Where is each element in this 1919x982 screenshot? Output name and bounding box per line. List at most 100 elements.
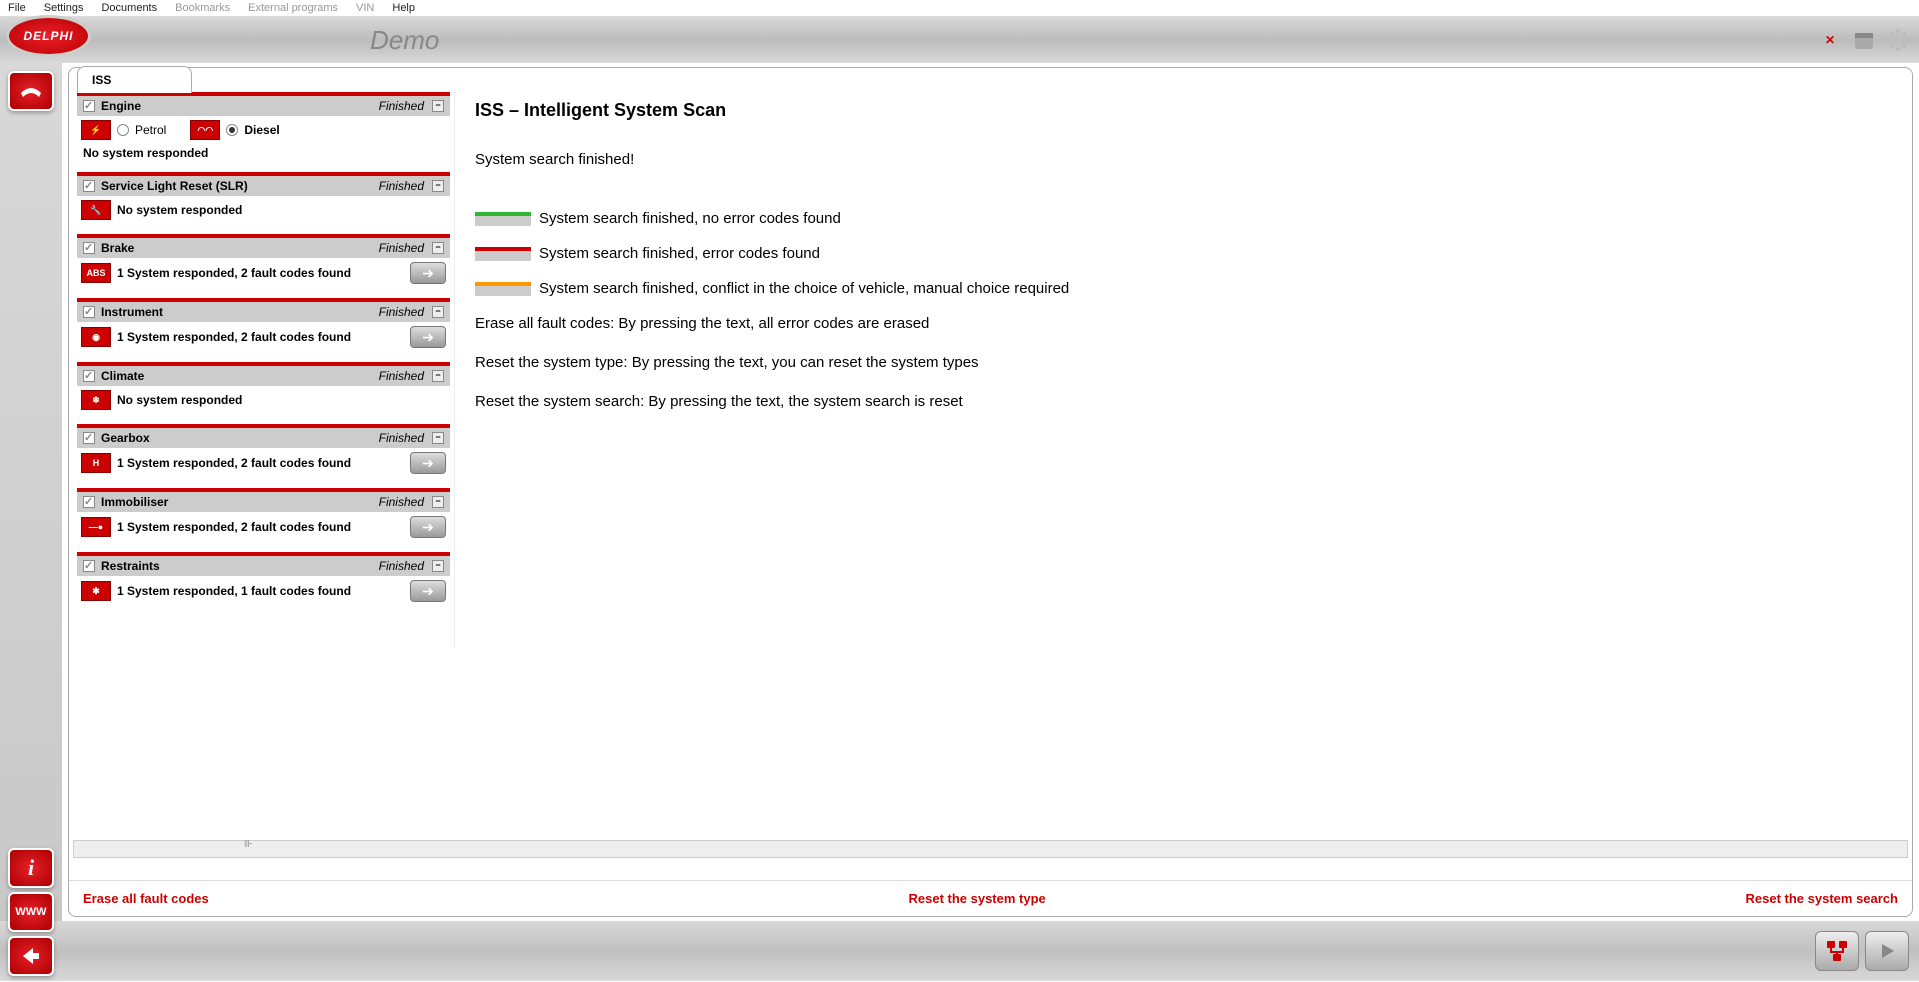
diesel-radio[interactable] — [226, 124, 238, 136]
system-status: Finished — [379, 559, 424, 573]
arrow-button[interactable]: ➔ — [410, 580, 446, 602]
system-body: ◉ 1 System responded, 2 fault codes found… — [77, 322, 450, 352]
system-result-text: No system responded — [117, 393, 446, 407]
system-result-text: 1 System responded, 1 fault codes found — [117, 584, 404, 598]
collapse-icon[interactable]: − — [432, 496, 444, 508]
system-body: H1 System responded, 2 fault codes found… — [77, 448, 450, 478]
system-block-gearbox: GearboxFinished−H1 System responded, 2 f… — [77, 424, 450, 478]
menu-file[interactable]: File — [8, 2, 26, 14]
checkbox[interactable] — [83, 560, 95, 572]
system-name: Restraints — [101, 559, 379, 573]
legend-green-text: System search finished, no error codes f… — [539, 210, 841, 227]
system-block-instrument: InstrumentFinished− ◉ 1 System responded, … — [77, 298, 450, 352]
checkbox[interactable] — [83, 100, 95, 112]
system-status: Finished — [379, 495, 424, 509]
checkbox[interactable] — [83, 242, 95, 254]
system-header[interactable]: InstrumentFinished− — [77, 302, 450, 322]
system-status: Finished — [379, 241, 424, 255]
system-status: Finished — [379, 369, 424, 383]
erase-all-link[interactable]: Erase all fault codes — [83, 891, 209, 906]
collapse-icon[interactable]: − — [432, 560, 444, 572]
www-button[interactable]: WWW — [8, 892, 54, 932]
top-bar: DELPHI Demo ✕ — [0, 17, 1919, 63]
legend-red-text: System search finished, error codes foun… — [539, 245, 820, 262]
reset-type-link[interactable]: Reset the system type — [908, 891, 1045, 906]
system-icon: ✱ — [81, 581, 111, 601]
checkbox[interactable] — [83, 180, 95, 192]
petrol-radio[interactable] — [117, 124, 129, 136]
arrow-button[interactable]: ➔ — [410, 452, 446, 474]
system-body: —●1 System responded, 2 fault codes foun… — [77, 512, 450, 542]
main-panel: ISS EngineFinished−⚡Petrol◠◠DieselNo sys… — [68, 67, 1913, 917]
system-name: Service Light Reset (SLR) — [101, 179, 379, 193]
system-header[interactable]: ImmobiliserFinished− — [77, 492, 450, 512]
legend-swatch-green — [475, 212, 531, 226]
system-block-brake: BrakeFinished−ABS1 System responded, 2 f… — [77, 234, 450, 288]
bottom-action-bar: Erase all fault codes Reset the system t… — [69, 880, 1912, 916]
collapse-icon[interactable]: − — [432, 370, 444, 382]
system-name: Immobiliser — [101, 495, 379, 509]
system-body: ✱ 1 System responded, 1 fault codes found… — [77, 576, 450, 606]
system-block-restraints: RestraintsFinished− ✱ 1 System responded, … — [77, 552, 450, 606]
menu-bookmarks[interactable]: Bookmarks — [175, 2, 230, 14]
legend-red: System search finished, error codes foun… — [475, 245, 1884, 262]
phone-button[interactable] — [8, 71, 54, 111]
arrow-button[interactable]: ➔ — [410, 326, 446, 348]
system-header[interactable]: RestraintsFinished− — [77, 556, 450, 576]
system-header[interactable]: GearboxFinished− — [77, 428, 450, 448]
collapse-icon[interactable]: − — [432, 306, 444, 318]
collapse-icon[interactable]: − — [432, 100, 444, 112]
system-header[interactable]: Service Light Reset (SLR)Finished− — [77, 176, 450, 196]
system-block-engine: EngineFinished−⚡Petrol◠◠DieselNo system … — [77, 92, 450, 162]
menu-documents[interactable]: Documents — [101, 2, 157, 14]
menu-bar: File Settings Documents Bookmarks Extern… — [0, 0, 1919, 17]
system-body: ❄ No system responded — [77, 386, 450, 414]
menu-help[interactable]: Help — [392, 2, 415, 14]
legend-orange: System search finished, conflict in the … — [475, 280, 1884, 297]
legend-swatch-red — [475, 247, 531, 261]
back-button[interactable] — [8, 936, 54, 976]
horizontal-scrollbar[interactable] — [73, 840, 1908, 858]
menu-external-programs[interactable]: External programs — [248, 2, 338, 14]
calendar-icon[interactable] — [1851, 27, 1877, 53]
system-icon: ◉ — [81, 327, 111, 347]
system-icon: H — [81, 453, 111, 473]
arrow-button[interactable]: ➔ — [410, 262, 446, 284]
system-block-climate: ClimateFinished− ❄ No system responded — [77, 362, 450, 414]
reset-type-help-text: Reset the system type: By pressing the t… — [475, 354, 1884, 371]
checkbox[interactable] — [83, 370, 95, 382]
system-body: 🔧 No system responded — [77, 196, 450, 224]
checkbox[interactable] — [83, 496, 95, 508]
iss-tab[interactable]: ISS — [77, 66, 192, 93]
system-scan-list[interactable]: EngineFinished−⚡Petrol◠◠DieselNo system … — [77, 92, 455, 648]
arrow-button[interactable]: ➔ — [410, 516, 446, 538]
system-icon: ABS — [81, 263, 111, 283]
system-result-text: 1 System responded, 2 fault codes found — [117, 330, 404, 344]
collapse-icon[interactable]: − — [432, 242, 444, 254]
collapse-icon[interactable]: − — [432, 180, 444, 192]
system-icon: ❄ — [81, 390, 111, 410]
collapse-icon[interactable]: − — [432, 432, 444, 444]
system-status: Finished — [379, 305, 424, 319]
checkbox[interactable] — [83, 432, 95, 444]
system-result-text: No system responded — [117, 203, 446, 217]
system-body: ABS1 System responded, 2 fault codes fou… — [77, 258, 450, 288]
menu-vin[interactable]: VIN — [356, 2, 374, 14]
info-button[interactable]: i — [8, 848, 54, 888]
system-name: Engine — [101, 99, 379, 113]
menu-settings[interactable]: Settings — [44, 2, 84, 14]
system-icon: 🔧 — [81, 200, 111, 220]
play-button[interactable] — [1865, 931, 1909, 971]
system-header[interactable]: BrakeFinished− — [77, 238, 450, 258]
reset-search-link[interactable]: Reset the system search — [1746, 891, 1898, 906]
system-header[interactable]: EngineFinished− — [77, 96, 450, 116]
close-icon[interactable]: ✕ — [1817, 27, 1843, 53]
app-logo: DELPHI — [6, 15, 91, 57]
system-block-service-light-reset-slr-: Service Light Reset (SLR)Finished− 🔧 No sy… — [77, 172, 450, 224]
engine-fuel-row: ⚡Petrol◠◠Diesel — [77, 116, 450, 144]
network-button[interactable] — [1815, 931, 1859, 971]
diesel-icon: ◠◠ — [190, 120, 220, 140]
erase-help-text: Erase all fault codes: By pressing the t… — [475, 315, 1884, 332]
checkbox[interactable] — [83, 306, 95, 318]
system-header[interactable]: ClimateFinished− — [77, 366, 450, 386]
